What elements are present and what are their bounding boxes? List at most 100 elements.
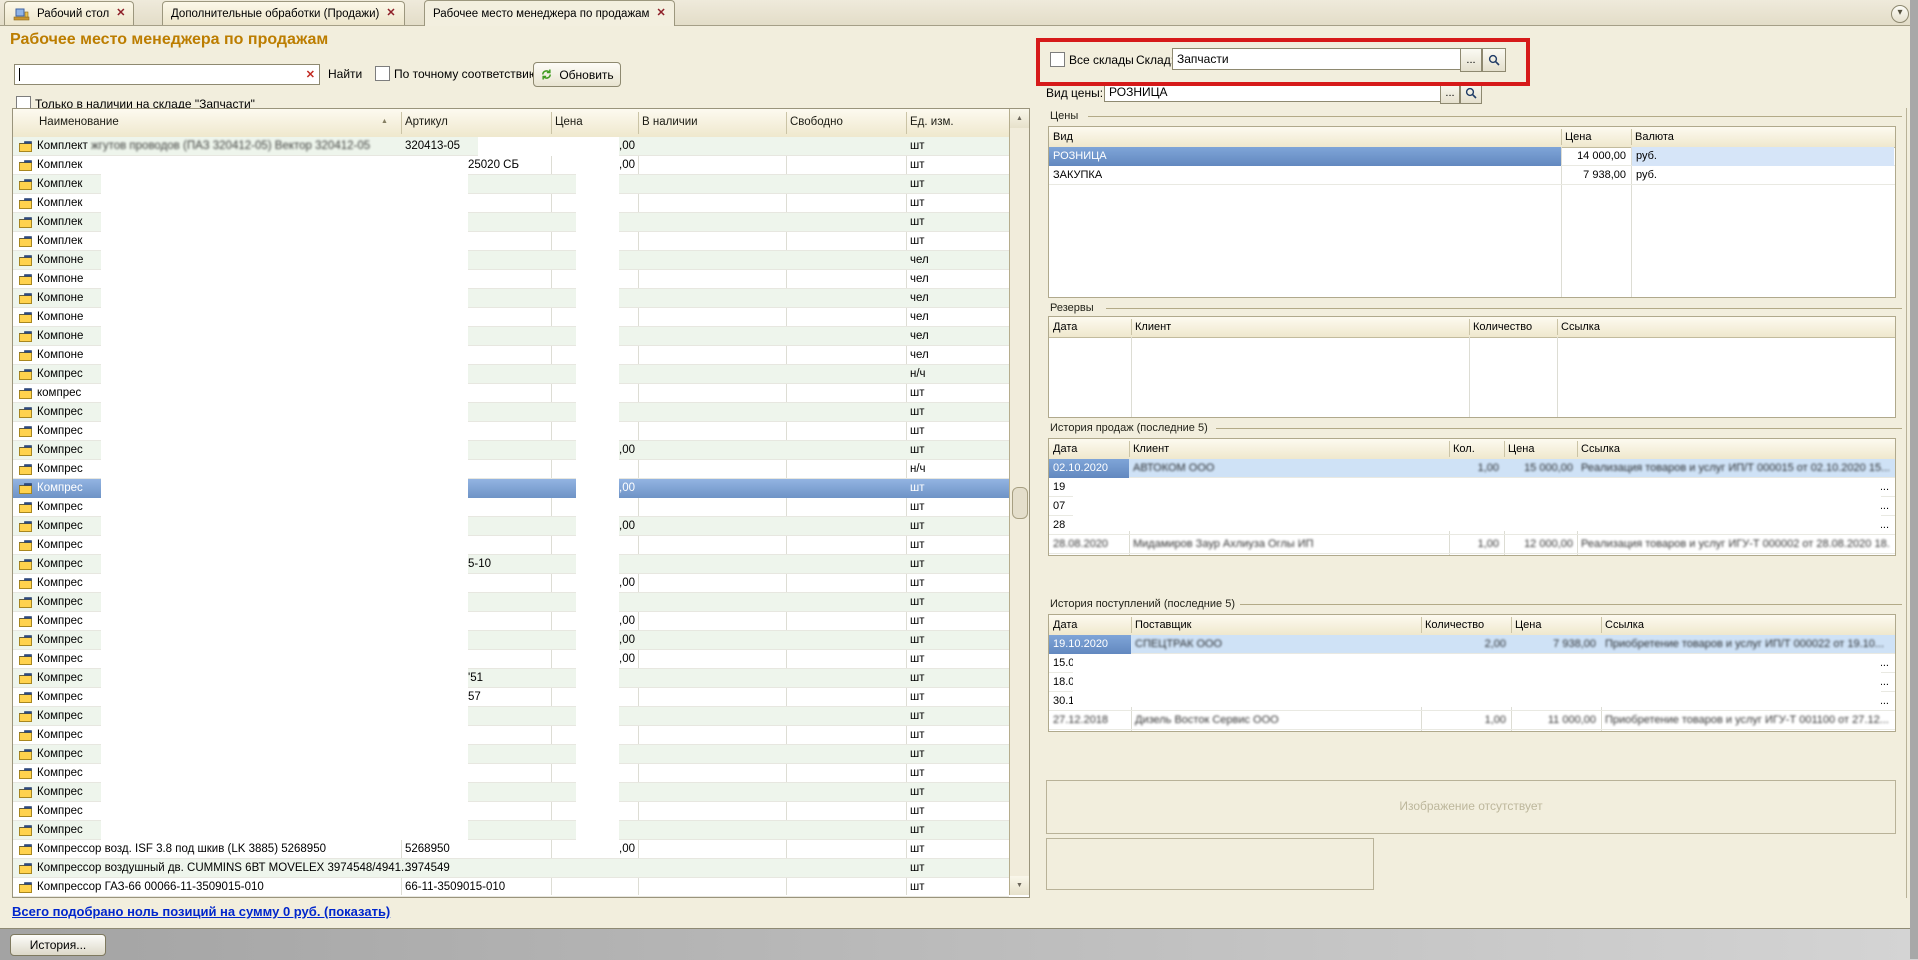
item-icon	[19, 255, 32, 269]
item-name: Компрес	[37, 539, 83, 551]
prices-table[interactable]: Вид Цена Валюта РОЗНИЦА14 000,00руб.ЗАКУПКА…	[1048, 126, 1896, 298]
column-header[interactable]: В наличии	[642, 116, 698, 128]
column-header[interactable]: Ссылка	[1561, 321, 1600, 333]
tab-additional-processing[interactable]: Дополнительные обработки (Продажи) ✕	[162, 1, 405, 25]
item-unit: н/ч	[910, 368, 926, 380]
column-separator	[1449, 441, 1450, 457]
column-separator	[1561, 129, 1562, 145]
price-row[interactable]: ЗАКУПКА7 938,00руб.	[1049, 166, 1895, 185]
clear-icon[interactable]: ✕	[306, 68, 315, 81]
price-value: 14 000,00	[1562, 150, 1626, 162]
item-unit: шт	[910, 178, 925, 190]
price-type-label: Вид цены:	[1046, 86, 1103, 100]
item-icon	[19, 863, 32, 877]
warehouse-highlight-box	[1036, 38, 1530, 86]
vertical-scrollbar[interactable]: ▲▼	[1009, 109, 1029, 895]
item-unit: шт	[910, 444, 925, 456]
column-header[interactable]: Ссылка	[1605, 619, 1644, 631]
history-row[interactable]: 28.08.2020Мидамиров Заур Ахлиуза Оглы ИП…	[1049, 535, 1895, 554]
item-price: ,00	[551, 520, 635, 532]
history-price: 12 000,00	[1505, 538, 1573, 550]
column-header[interactable]: Клиент	[1135, 321, 1171, 333]
item-name: Компрес	[37, 577, 83, 589]
history-date: 28	[1053, 519, 1065, 531]
table-row[interactable]: Компрессор возд. ISF 3.8 под шкив (LK 38…	[13, 840, 1009, 859]
scroll-thumb[interactable]	[1012, 487, 1028, 519]
column-header[interactable]: Ед. изм.	[910, 116, 954, 128]
close-icon[interactable]: ✕	[656, 8, 665, 19]
sales-history-table[interactable]: Дата Клиент Кол. Цена Ссылка 02.10.2020АВТОКО…	[1048, 438, 1896, 556]
reserves-table[interactable]: Дата Клиент Количество Ссылка	[1048, 316, 1896, 418]
item-icon	[19, 578, 32, 592]
item-unit: шт	[910, 520, 925, 532]
exact-match-checkbox[interactable]	[375, 66, 390, 81]
redaction-box	[1073, 478, 1881, 531]
price-row[interactable]: РОЗНИЦА14 000,00руб.	[1049, 147, 1895, 166]
selection-summary-link[interactable]: Всего подобрано ноль позиций на сумму 0 …	[12, 904, 390, 919]
history-row[interactable]: 27.12.2018Дизель Восток Сервис ООО1,0011…	[1049, 711, 1895, 730]
item-unit: шт	[910, 843, 925, 855]
column-header[interactable]: Дата	[1053, 619, 1077, 631]
table-header: Дата Клиент Количество Ссылка	[1049, 317, 1895, 338]
history-date: 18.0	[1053, 676, 1074, 688]
item-unit: шт	[910, 862, 925, 874]
item-unit: шт	[910, 596, 925, 608]
selected-cell	[1049, 147, 1561, 166]
column-header[interactable]: Валюта	[1635, 131, 1674, 143]
item-unit: шт	[910, 634, 925, 646]
history-button[interactable]: История...	[10, 934, 106, 956]
item-icon	[19, 540, 32, 554]
close-icon[interactable]: ✕	[386, 8, 395, 19]
column-separator	[1421, 617, 1422, 633]
column-header[interactable]: Артикул	[405, 116, 448, 128]
item-icon	[19, 502, 32, 516]
item-unit: чел	[910, 254, 929, 266]
item-icon	[19, 768, 32, 782]
table-row[interactable]: Компрессор ГАЗ-66 00066-11-3509015-01066…	[13, 878, 1009, 897]
scroll-down-icon[interactable]: ▼	[1010, 876, 1029, 895]
column-header[interactable]: Количество	[1425, 619, 1484, 631]
history-row[interactable]: 19.10.2020СПЕЦТРАК ООО2,007 938,00Приобр…	[1049, 635, 1895, 654]
chevron-down-icon[interactable]: ▾	[1891, 5, 1909, 23]
column-header[interactable]: Поставщик	[1135, 619, 1191, 631]
scroll-up-icon[interactable]: ▲	[1010, 109, 1029, 128]
item-icon	[19, 293, 32, 307]
item-name: Компрес	[37, 615, 83, 627]
column-header[interactable]: Вид	[1053, 131, 1073, 143]
item-unit: шт	[910, 406, 925, 418]
item-article: 5268950	[405, 843, 450, 855]
item-icon	[19, 350, 32, 364]
column-header[interactable]: Наименование	[39, 116, 119, 128]
tab-sales-manager-workplace[interactable]: Рабочее место менеджера по продажам ✕	[424, 0, 675, 26]
item-unit: шт	[910, 425, 925, 437]
text-caret	[19, 68, 20, 81]
refresh-button[interactable]: Обновить	[533, 62, 621, 87]
item-price: ,00	[551, 634, 635, 646]
column-header[interactable]: Ссылка	[1581, 443, 1620, 455]
column-header[interactable]: Кол.	[1453, 443, 1475, 455]
column-header[interactable]: Цена	[1508, 443, 1534, 455]
item-name: Компрес	[37, 520, 83, 532]
find-button[interactable]: Найти	[328, 67, 362, 81]
column-header[interactable]: Количество	[1473, 321, 1532, 333]
column-header[interactable]: Цена	[1565, 131, 1591, 143]
history-date: 02.10.2020	[1053, 462, 1108, 474]
divider	[1088, 116, 1902, 117]
tab-desktop[interactable]: Рабочий стол ✕	[4, 1, 134, 25]
application-window: Рабочий стол ✕ Дополнительные обработки …	[0, 0, 1918, 959]
column-header[interactable]: Дата	[1053, 321, 1077, 333]
receipts-history-table[interactable]: Дата Поставщик Количество Цена Ссылка 19.10.2…	[1048, 614, 1896, 732]
column-header[interactable]: Свободно	[790, 116, 843, 128]
column-header[interactable]: Цена	[555, 116, 583, 128]
history-row[interactable]: 02.10.2020АВТОКОМ ООО1,0015 000,00Реализ…	[1049, 459, 1895, 478]
item-name: Компоне	[37, 330, 83, 342]
search-input[interactable]: ✕	[14, 64, 320, 85]
column-header[interactable]: Клиент	[1133, 443, 1169, 455]
product-table[interactable]: Наименование Артикул Цена В наличии Свободно…	[12, 108, 1030, 898]
column-header[interactable]: Цена	[1515, 619, 1541, 631]
column-header[interactable]: Дата	[1053, 443, 1077, 455]
item-unit: шт	[910, 501, 925, 513]
close-icon[interactable]: ✕	[116, 8, 125, 19]
sort-asc-icon: ▲	[381, 118, 388, 125]
table-row[interactable]: Компрессор воздушный дв. CUMMINS 6ВТ MOV…	[13, 859, 1009, 878]
